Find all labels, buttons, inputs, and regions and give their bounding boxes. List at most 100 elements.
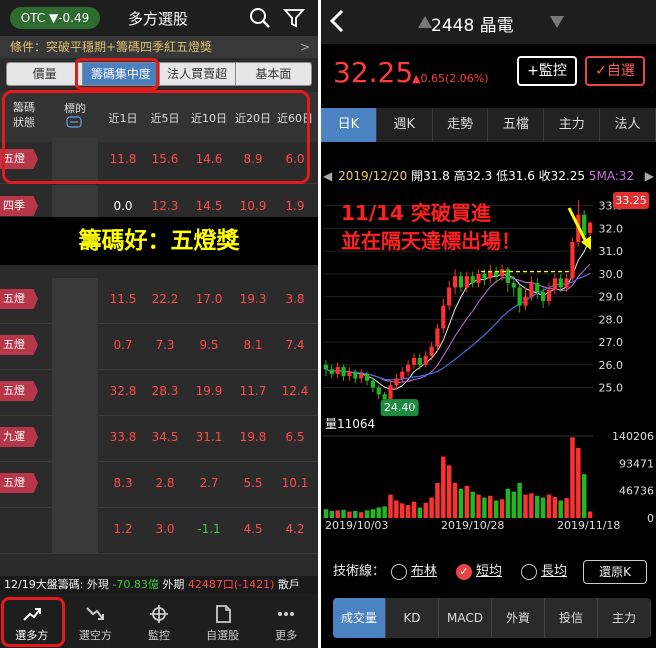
table-row[interactable]: 1.2 3.0 -1.1 4.5 4.2 (0, 508, 318, 554)
volume-bar (405, 505, 411, 518)
tab-intraday[interactable]: 走勢 (433, 108, 489, 142)
info-ohlc: 開31.8 高32.3 低31.6 收32.25 (411, 169, 586, 183)
stock-cell-redacted[interactable] (52, 462, 98, 508)
candle-body (447, 287, 452, 306)
radio-long-ma-label[interactable]: 長均 (541, 556, 567, 588)
table-row[interactable]: 九運 33.8 34.5 31.1 19.8 6.5 (0, 416, 318, 462)
volume-bar (511, 491, 516, 518)
volume-bar (452, 482, 458, 518)
tab-order-book[interactable]: 五檔 (488, 108, 545, 142)
tab-foreign[interactable]: 外資 (492, 598, 545, 638)
tab-institutional[interactable]: 法人買賣超 (159, 63, 236, 85)
radio-bollinger-label[interactable]: 布林 (411, 556, 437, 588)
volume-bar (358, 512, 364, 518)
tab-kd[interactable]: KD (386, 598, 439, 638)
tab-major-players[interactable]: 主力 (544, 108, 601, 142)
y-tick-label: 30.0 (599, 268, 624, 281)
table-row[interactable]: 五燈 11.5 22.2 17.0 19.3 3.8 (0, 278, 318, 324)
value-cell: 3.0 (155, 522, 175, 536)
y-tick-label: 25.0 (599, 382, 624, 395)
info-date: 2019/12/20 (338, 169, 408, 183)
radio-short-ma-checked-icon[interactable]: ✓ (456, 564, 472, 580)
table-row[interactable]: 五燈 32.8 28.3 19.9 11.7 12.4 (0, 370, 318, 416)
document-icon (215, 605, 231, 623)
chip-status-tag: 五燈 (0, 335, 38, 355)
kline-chart[interactable]: 33.032.031.030.029.028.027.026.025.033.2… (321, 186, 656, 532)
tab-daily-k[interactable]: 日K (321, 108, 377, 142)
watchlist-button[interactable]: ✓自選 (585, 56, 645, 86)
volume-label: 量11064 (325, 417, 375, 431)
stock-detail-pane: 2448 晶電 32.25 ▲0.65(2.06%) +監控 ✓自選 日K 週K… (321, 0, 656, 648)
volume-bar (370, 509, 376, 518)
ohlc-info-bar: ◀ 2019/12/20 開31.8 高32.3 低31.6 收32.25 5M… (321, 166, 656, 186)
nav-monitor[interactable]: 監控 (127, 594, 191, 648)
nav-more[interactable]: 更多 (254, 594, 318, 648)
volume-bar (482, 497, 487, 518)
value-cell: 1.9 (285, 199, 305, 213)
volume-bar (411, 501, 417, 518)
candle-body (488, 271, 493, 279)
tab-trust[interactable]: 投信 (545, 598, 598, 638)
value-cell: 11.7 (239, 384, 267, 398)
value-cell: 10.1 (281, 476, 309, 490)
stock-cell-redacted[interactable] (52, 370, 98, 416)
table-row[interactable]: 五燈 0.7 7.3 9.5 8.1 7.4 (0, 324, 318, 370)
volume-bar (552, 496, 558, 518)
otc-index-pill[interactable]: OTC ▼-0.49 (10, 7, 100, 29)
add-monitor-button[interactable]: +監控 (517, 56, 577, 86)
candle-body (482, 273, 487, 279)
screen-condition-bar[interactable]: 條件：突破平穩期+籌碼四季紅五燈獎 > (0, 36, 318, 58)
tab-weekly-k[interactable]: 週K (377, 108, 433, 142)
detail-top-bar: 2448 晶電 (321, 0, 656, 44)
volume-bar (364, 510, 370, 518)
caret-right-icon[interactable]: ▶ (645, 166, 654, 186)
candle-body (359, 373, 364, 379)
next-stock-icon[interactable] (549, 14, 565, 30)
filter-icon[interactable] (282, 6, 306, 30)
restore-k-button[interactable]: 還原K (583, 560, 647, 584)
volume-bar (341, 509, 346, 518)
tab-fundamentals[interactable]: 基本面 (235, 63, 311, 85)
tab-volume[interactable]: 成交量 (333, 598, 386, 638)
x-tick-label: 2019/10/03 (325, 519, 388, 532)
candle-body (405, 364, 411, 372)
candle-body (429, 346, 434, 356)
nav-short-picks[interactable]: 選空方 (64, 594, 128, 648)
stock-cell-redacted[interactable] (52, 416, 98, 462)
value-cell: 5.5 (243, 476, 263, 490)
stock-cell-redacted[interactable] (52, 278, 98, 324)
tab-main-force[interactable]: 主力 (598, 598, 651, 638)
candle-body (400, 371, 405, 379)
candle-body (546, 289, 552, 302)
ticker-futures-value: 42487口(-1421) (187, 578, 275, 591)
table-row[interactable]: 五燈 8.3 2.8 2.7 5.5 10.1 (0, 462, 318, 508)
value-cell: 19.8 (239, 430, 267, 444)
tab-institutions[interactable]: 法人 (600, 108, 656, 142)
banner-text: 籌碼好：五燈獎 (78, 228, 240, 254)
stock-price: 32.25 (333, 56, 414, 89)
back-arrow-icon[interactable] (327, 8, 347, 34)
radio-long-ma[interactable] (521, 564, 537, 580)
tab-price-volume[interactable]: 價量 (7, 63, 84, 85)
value-cell: 19.9 (195, 384, 223, 398)
stock-cell-redacted[interactable] (52, 508, 98, 554)
candle-body (464, 276, 469, 288)
volume-bar (581, 474, 587, 518)
y-tick-label: 29.0 (599, 291, 624, 304)
value-cell: 17.0 (195, 292, 223, 306)
ma5-line (325, 238, 591, 390)
nav-watchlist[interactable]: 自選股 (191, 594, 255, 648)
radio-short-ma-label[interactable]: 短均 (476, 556, 502, 588)
volume-bar (546, 494, 552, 518)
caret-left-icon[interactable]: ◀ (321, 169, 334, 183)
candle-body (435, 328, 440, 347)
volume-bar (441, 456, 446, 518)
value-cell: 9.5 (199, 338, 219, 352)
tab-macd[interactable]: MACD (439, 598, 492, 638)
nav-label: 自選股 (206, 629, 240, 642)
tech-label: 技術線： (333, 564, 386, 579)
x-tick-label: 2019/10/28 (441, 519, 504, 532)
search-icon[interactable] (248, 6, 272, 30)
stock-cell-redacted[interactable] (52, 324, 98, 370)
radio-bollinger[interactable] (391, 564, 407, 580)
